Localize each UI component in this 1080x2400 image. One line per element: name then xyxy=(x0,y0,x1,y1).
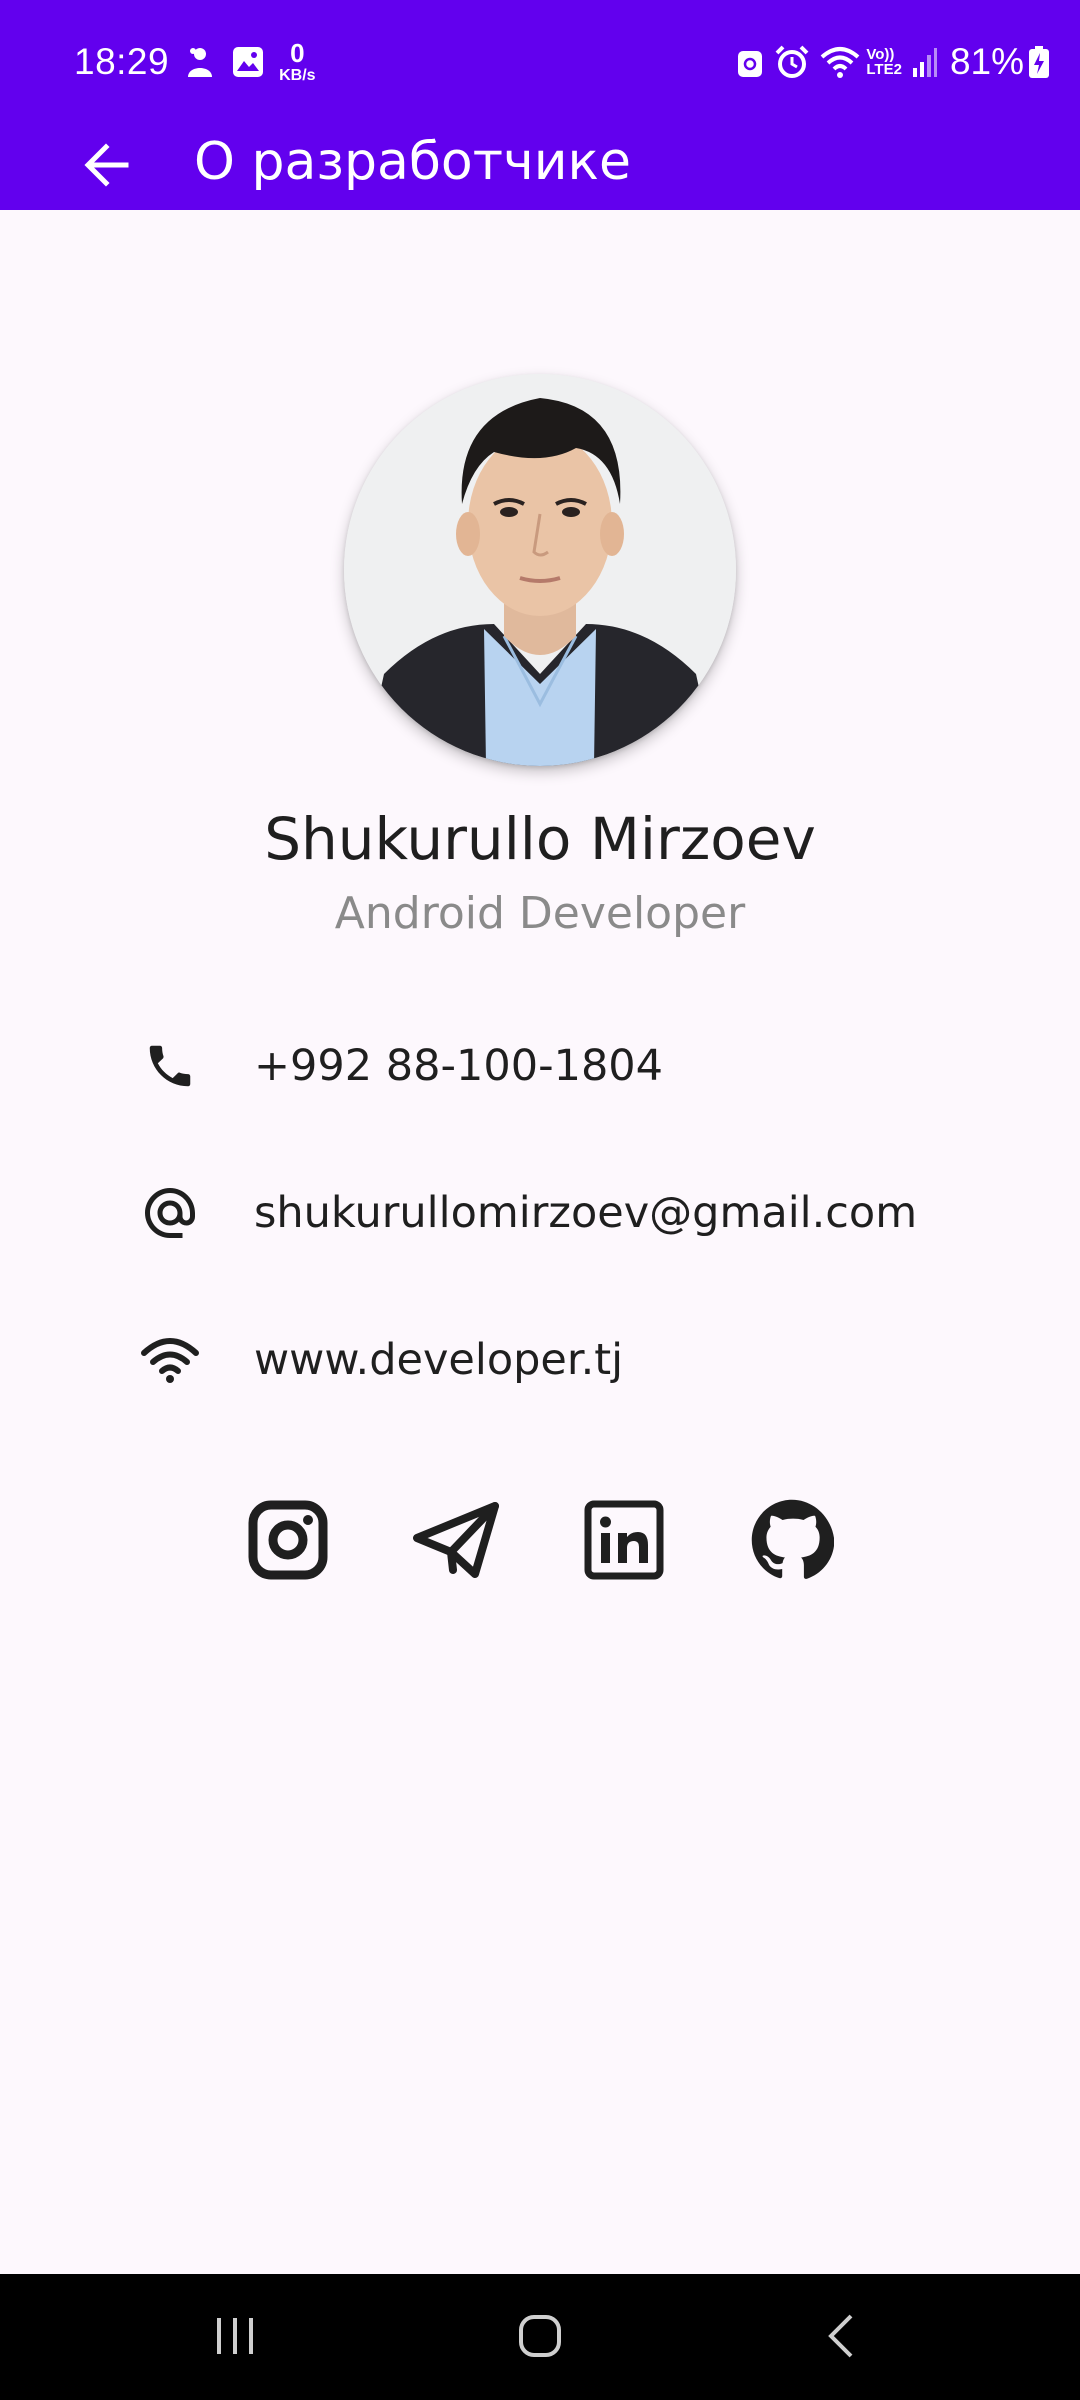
contact-website[interactable]: www.developer.tj xyxy=(130,1320,990,1400)
profile-name: Shukurullo Mirzoev xyxy=(264,805,816,873)
gallery-notification-icon xyxy=(231,45,265,79)
avatar xyxy=(344,374,736,766)
telegram-button[interactable] xyxy=(406,1490,506,1590)
profile-role: Android Developer xyxy=(334,888,746,939)
instagram-button[interactable] xyxy=(238,1490,338,1590)
network-type: Vo)) LTE2 xyxy=(866,47,902,77)
contact-phone[interactable]: +992 88-100-1804 xyxy=(130,1026,990,1106)
home-icon xyxy=(519,2315,561,2357)
phone-icon xyxy=(130,1026,210,1106)
instagram-icon xyxy=(248,1500,328,1580)
contact-email[interactable]: shukurullomirzoev@gmail.com xyxy=(130,1173,990,1253)
system-back-button[interactable] xyxy=(785,2296,895,2376)
website-url: www.developer.tj xyxy=(254,1335,624,1385)
wifi-icon xyxy=(130,1320,210,1400)
email-address: shukurullomirzoev@gmail.com xyxy=(254,1188,918,1238)
system-nav-bar xyxy=(0,2274,1080,2400)
recent-apps-button[interactable] xyxy=(180,2296,290,2376)
recent-apps-icon xyxy=(217,2318,253,2354)
status-right: Vo)) LTE2 81% xyxy=(726,36,1050,88)
linkedin-icon xyxy=(584,1500,664,1580)
phone-number: +992 88-100-1804 xyxy=(254,1041,664,1091)
page-title: О разработчике xyxy=(194,132,631,192)
home-button[interactable] xyxy=(485,2296,595,2376)
status-bar: 18:29 0 KB/s Vo)) LTE2 81% xyxy=(0,0,1080,120)
lte-label: LTE2 xyxy=(866,61,902,78)
status-left: 18:29 0 KB/s xyxy=(74,36,316,88)
net-speed-unit: KB/s xyxy=(279,67,316,84)
net-speed: 0 KB/s xyxy=(279,40,315,84)
volte-label: Vo)) xyxy=(866,46,895,63)
wifi-status-icon xyxy=(820,45,860,79)
back-icon xyxy=(828,2314,853,2358)
github-button[interactable] xyxy=(742,1490,842,1590)
battery-percent: 81% xyxy=(949,41,1024,82)
smart-lock-icon xyxy=(736,45,764,79)
linkedin-button[interactable] xyxy=(574,1490,674,1590)
telegram-icon xyxy=(413,1502,499,1578)
alarm-icon xyxy=(774,44,810,80)
signal-icon xyxy=(912,46,938,78)
battery-charging-icon xyxy=(1028,45,1050,79)
github-icon xyxy=(751,1499,834,1579)
person-notification-icon xyxy=(185,45,215,79)
at-sign-icon xyxy=(130,1173,210,1253)
social-links xyxy=(0,1490,1080,1590)
net-speed-value: 0 xyxy=(290,38,305,68)
arrow-back-icon xyxy=(84,143,129,187)
app-bar: О разработчике xyxy=(0,120,1080,210)
status-time: 18:29 xyxy=(74,41,170,82)
back-button[interactable] xyxy=(70,134,142,196)
